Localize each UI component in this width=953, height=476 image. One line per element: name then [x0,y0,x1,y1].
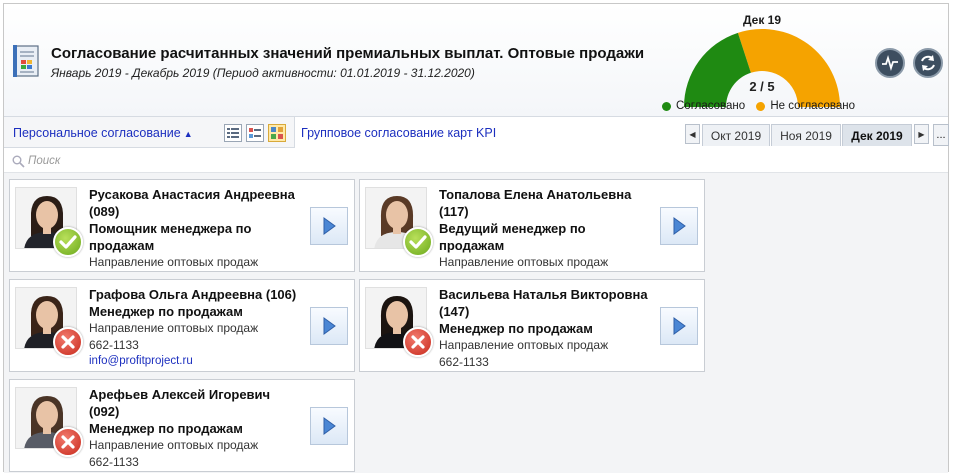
view-list-button[interactable] [224,124,242,142]
refresh-button[interactable] [913,48,943,78]
play-arrow-icon [323,217,336,235]
more-months-button[interactable]: ... [933,124,949,146]
legend-dot-approved [662,101,671,111]
employee-role: Менеджер по продажам [89,304,243,319]
triangle-left-icon: ◀ [689,129,696,139]
employee-phone: 662-1133 [439,355,489,369]
open-card-button[interactable] [310,307,348,345]
employee-department: Направление оптовых продаж [89,321,259,335]
approved-check-icon [403,227,433,257]
legend-dot-not-approved [756,101,766,111]
tab-month-dec[interactable]: Дек 2019 [842,124,912,146]
search-icon [12,155,25,168]
employee-card-3: Графова Ольга Андреевна (106) Менеджер п… [9,279,355,372]
gauge-legend: Согласовано Не согласовано [662,100,862,114]
employee-card-4: Васильева Наталья Викторовна (147) Менед… [359,279,705,372]
approved-check-icon [53,227,83,257]
months-next-button[interactable]: ▶ [914,124,929,144]
period-subtitle: Январь 2019 - Декабрь 2019 (Период актив… [51,66,475,80]
employee-info: Графова Ольга Андреевна (106) Менеджер п… [89,286,304,369]
search-bar [4,149,948,173]
employee-email[interactable]: info@profitproject.ru [89,354,304,369]
employee-phone: 662-1133 [89,455,139,469]
employee-department: Направление оптовых продаж [439,255,609,269]
gauge-date: Дек 19 [742,13,782,27]
personal-approval-label: Персональное согласование [13,126,181,140]
months-prev-button[interactable]: ◀ [685,124,700,144]
toolbar: Персональное согласование ▲ Групповое сог… [4,116,949,148]
employee-department: Направление оптовых продаж [439,338,609,352]
employee-department: Направление оптовых продаж [89,438,259,452]
legend-approved-label: Согласовано [676,100,746,112]
caret-up-icon: ▲ [183,129,193,139]
employee-cards: Русакова Анастасия Андреевна (089) Помощ… [4,173,948,473]
legend-not-approved-label: Не согласовано [770,100,855,112]
list-view-icon [227,128,239,138]
view-tiles-button[interactable] [268,124,286,142]
employee-phone: 662-1133 [89,338,139,352]
employee-card-1: Русакова Анастасия Андреевна (089) Помощ… [9,179,355,272]
employee-role: Помощник менеджера по продажам [89,221,252,253]
employee-role: Менеджер по продажам [439,321,593,336]
calendar-sheet-icon [13,45,39,77]
gauge-count: 2 / 5 [749,79,775,94]
gauge-arc-not-approved [737,28,840,107]
search-input[interactable] [28,152,428,170]
triangle-right-icon: ▶ [918,129,925,139]
employee-name: Графова Ольга Андреевна (106) [89,287,297,302]
employee-info: Топалова Елена Анатольевна (117) Ведущий… [439,186,654,271]
employee-name: Топалова Елена Анатольевна (117) [439,187,632,219]
open-card-button[interactable] [310,407,348,445]
group-approval-bar: Групповое согласование карт KPI ◀ Окт 20… [294,117,949,148]
approval-gauge: Дек 19 2 / 5 Согласовано Не согласовано [662,10,862,116]
employee-name: Русакова Анастасия Андреевна (089) [89,187,295,219]
play-arrow-icon [323,417,336,435]
employee-name: Васильева Наталья Викторовна (147) [439,287,648,319]
view-details-button[interactable] [246,124,264,142]
legend-not-approved: Не согласовано [756,100,855,112]
rejected-cross-icon [403,327,433,357]
open-card-button[interactable] [660,307,698,345]
tab-month-oct[interactable]: Окт 2019 [702,124,770,146]
employee-card-2: Топалова Елена Анатольевна (117) Ведущий… [359,179,705,272]
app-frame: Согласование расчитанных значений премиа… [3,3,949,473]
refresh-icon [921,55,935,71]
employee-info: Русакова Анастасия Андреевна (089) Помощ… [89,186,304,271]
rejected-cross-icon [53,327,83,357]
rejected-cross-icon [53,427,83,457]
tiles-view-icon [271,127,283,139]
pulse-icon [882,55,898,71]
gauge-chart [684,28,840,107]
play-arrow-icon [673,217,686,235]
header: Согласование расчитанных значений премиа… [4,4,948,116]
legend-approved: Согласовано [662,100,745,112]
open-card-button[interactable] [660,207,698,245]
gauge-arc-approved [684,32,751,107]
details-view-icon [249,128,261,138]
play-arrow-icon [323,317,336,335]
employee-role: Менеджер по продажам [89,421,243,436]
open-card-button[interactable] [310,207,348,245]
employee-role: Ведущий менеджер по продажам [439,221,586,253]
tab-month-nov[interactable]: Ноя 2019 [771,124,841,146]
employee-info: Васильева Наталья Викторовна (147) Менед… [439,286,654,371]
personal-approval-toggle[interactable]: Персональное согласование ▲ [13,126,193,140]
employee-name: Арефьев Алексей Игоревич (092) [89,387,271,419]
activity-button[interactable] [875,48,905,78]
page-title: Согласование расчитанных значений премиа… [51,45,645,62]
group-approval-link[interactable]: Групповое согласование карт KPI [301,126,496,140]
employee-card-5: Арефьев Алексей Игоревич (092) Менеджер … [9,379,355,472]
play-arrow-icon [673,317,686,335]
employee-info: Арефьев Алексей Игоревич (092) Менеджер … [89,386,304,471]
employee-department: Направление оптовых продаж [89,255,259,269]
